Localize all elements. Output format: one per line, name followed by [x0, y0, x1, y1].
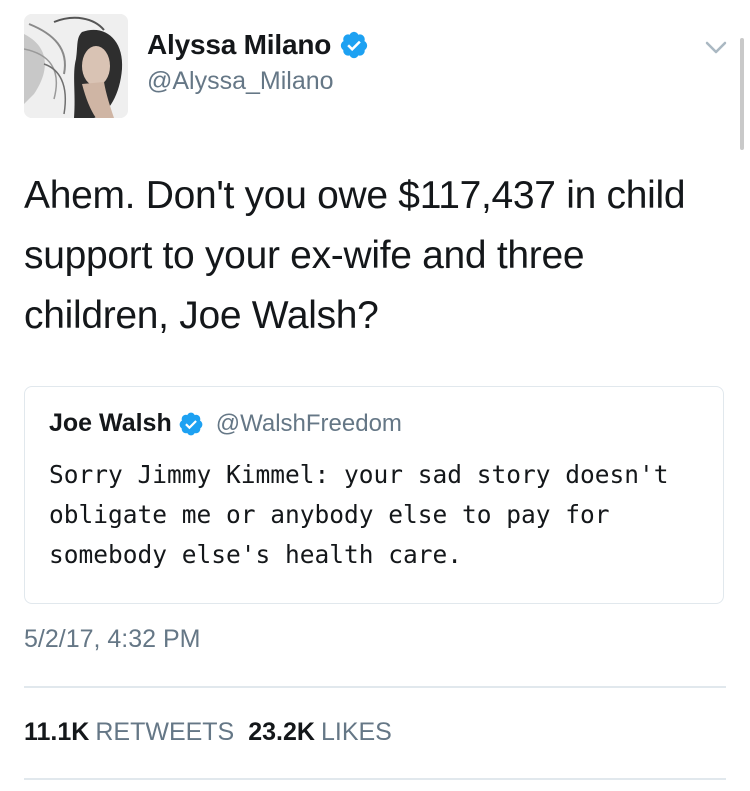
quoted-author-handle: @WalshFreedom: [215, 409, 402, 437]
likes-count: 23.2K: [248, 718, 315, 746]
quoted-author-name: Joe Walsh: [49, 409, 172, 437]
likes-stat[interactable]: 23.2K LIKES: [248, 718, 392, 747]
verified-badge-icon: [341, 31, 368, 59]
tweet-stats: 11.1K RETWEETS 23.2K LIKES: [24, 718, 392, 747]
verified-badge-icon: [179, 412, 203, 435]
retweets-stat[interactable]: 11.1K RETWEETS: [24, 718, 234, 747]
retweets-label: RETWEETS: [95, 718, 235, 746]
author-name[interactable]: Alyssa Milano: [147, 29, 331, 61]
likes-label: LIKES: [320, 718, 392, 746]
tweet-timestamp: 5/2/17, 4:32 PM: [24, 625, 201, 653]
avatar[interactable]: [24, 14, 128, 118]
retweets-count: 11.1K: [24, 718, 90, 746]
avatar-photo-icon: [24, 14, 128, 118]
chevron-down-icon[interactable]: [703, 36, 729, 58]
scroll-indicator[interactable]: [740, 38, 744, 150]
quoted-tweet-header: Joe Walsh @WalshFreedom: [49, 409, 402, 438]
divider: [24, 778, 726, 780]
divider: [24, 686, 726, 688]
author-name-row: Alyssa Milano: [147, 29, 369, 61]
author-handle[interactable]: @Alyssa_Milano: [147, 67, 334, 96]
quoted-tweet-text: Sorry Jimmy Kimmel: your sad story doesn…: [49, 460, 669, 569]
tweet-text: Ahem. Don't you owe $117,437 in child su…: [24, 174, 686, 337]
tweet-detail: Alyssa Milano @Alyssa_Milano Ahem. Don't…: [0, 0, 750, 791]
quoted-tweet-card[interactable]: Joe Walsh @WalshFreedom Sorry Jimmy Kimm…: [24, 386, 724, 604]
